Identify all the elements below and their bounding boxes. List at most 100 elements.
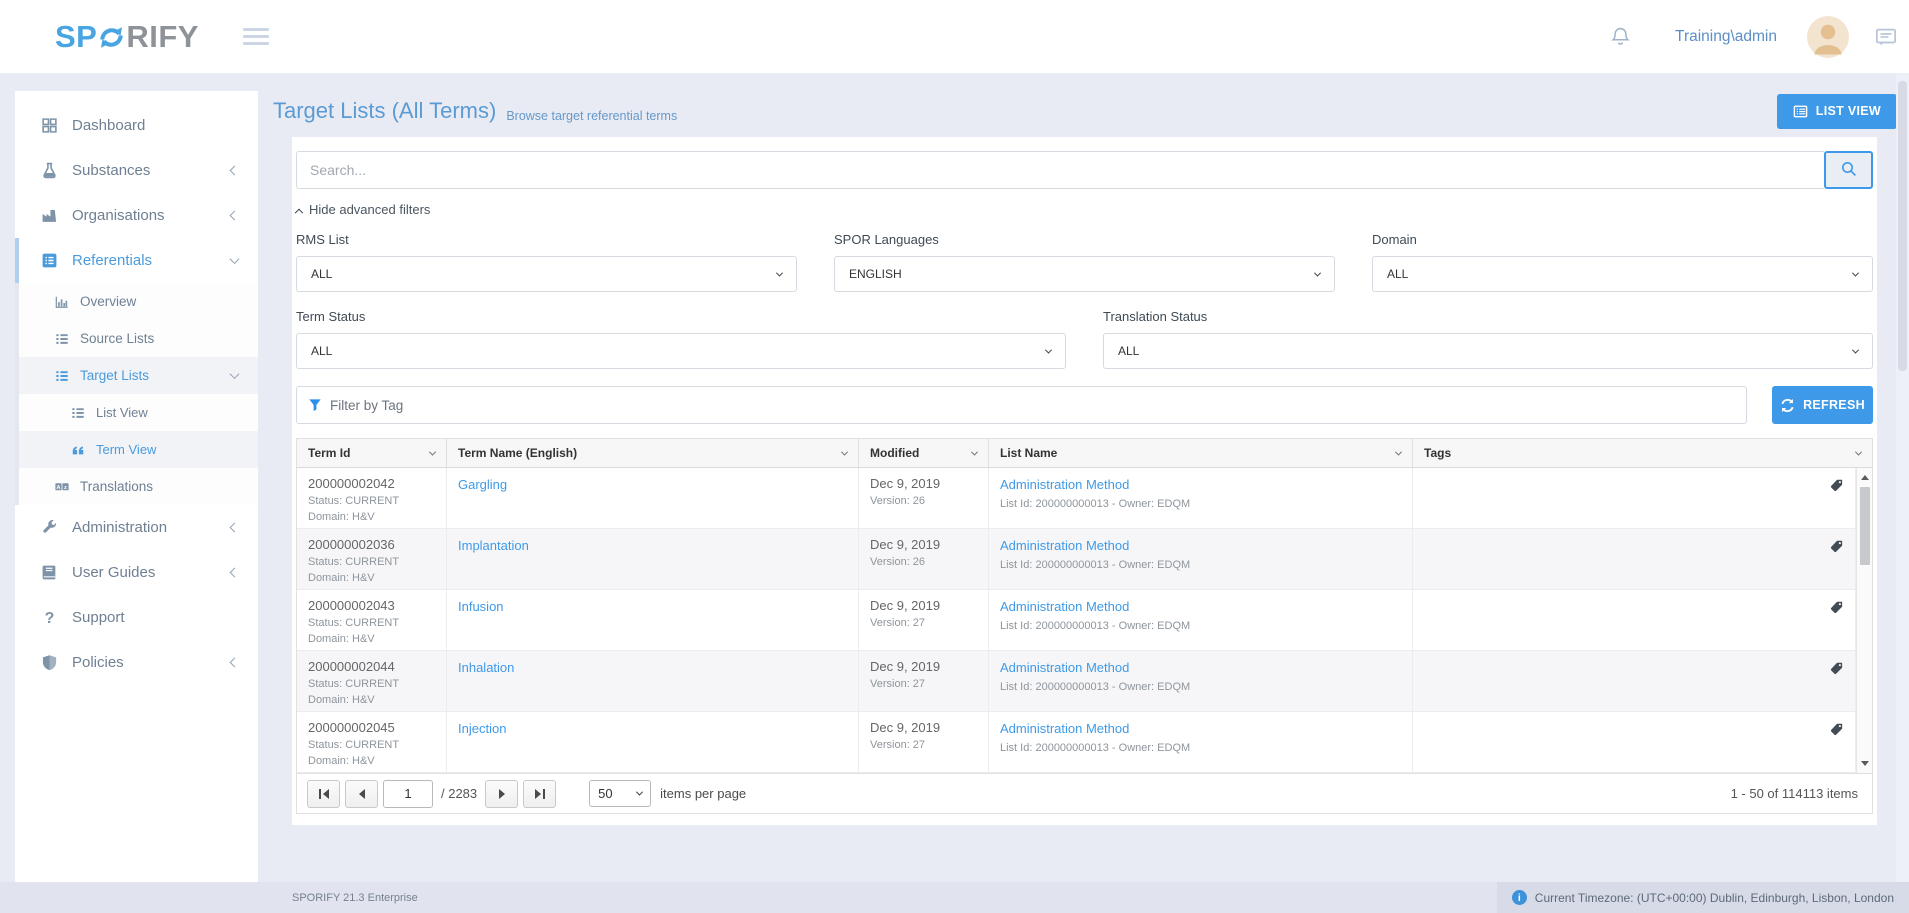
sort-chevron-icon bbox=[841, 448, 848, 455]
list-name-link[interactable]: Administration Method bbox=[1000, 477, 1129, 492]
list-icon bbox=[53, 332, 70, 346]
term-id: 200000002043 bbox=[308, 598, 435, 613]
list-icon bbox=[69, 406, 86, 420]
list-name-link[interactable]: Administration Method bbox=[1000, 660, 1129, 675]
next-page-button[interactable] bbox=[485, 780, 518, 808]
table-scrollbar[interactable] bbox=[1856, 468, 1872, 773]
tag-icon[interactable] bbox=[1829, 600, 1844, 615]
column-header-modified[interactable]: Modified bbox=[859, 439, 989, 467]
sidebar-item-overview[interactable]: Overview bbox=[15, 283, 258, 320]
term-status-field: Term Status ALL bbox=[296, 309, 1066, 369]
user-name[interactable]: Training\admin bbox=[1675, 28, 1777, 46]
term-id: 200000002036 bbox=[308, 537, 435, 552]
avatar[interactable] bbox=[1807, 16, 1849, 58]
next-page-icon bbox=[499, 789, 505, 799]
sidebar-item-referentials[interactable]: Referentials bbox=[15, 238, 258, 283]
search-icon bbox=[1840, 160, 1858, 181]
sidebar-item-translations[interactable]: Az Translations bbox=[15, 468, 258, 505]
modified-date: Dec 9, 2019 bbox=[870, 537, 977, 552]
search-button[interactable] bbox=[1824, 151, 1873, 189]
footer: SPORIFY 21.3 Enterprise i Current Timezo… bbox=[0, 882, 1909, 913]
logo-text-rify: RIFY bbox=[126, 19, 199, 55]
list-view-button[interactable]: LIST VIEW bbox=[1777, 94, 1897, 129]
list-name-link[interactable]: Administration Method bbox=[1000, 599, 1129, 614]
term-name-link[interactable]: Gargling bbox=[458, 477, 507, 492]
translation-status-select[interactable]: ALL bbox=[1103, 333, 1873, 369]
scroll-down-arrow-icon[interactable] bbox=[1861, 761, 1869, 770]
sidebar-item-target-lists[interactable]: Target Lists bbox=[15, 357, 258, 394]
svg-text:?: ? bbox=[44, 610, 54, 626]
sidebar-item-list-view[interactable]: List View bbox=[15, 394, 258, 431]
list-name-link[interactable]: Administration Method bbox=[1000, 721, 1129, 736]
search-input[interactable] bbox=[296, 151, 1824, 189]
sidebar-item-dashboard[interactable]: Dashboard bbox=[15, 103, 258, 148]
hamburger-menu-icon[interactable] bbox=[243, 24, 269, 49]
chevron-left-icon bbox=[230, 211, 240, 221]
table-row: 200000002044 Status: CURRENT Domain: H&V… bbox=[297, 651, 1856, 712]
sidebar-item-user-guides[interactable]: User Guides bbox=[15, 550, 258, 595]
term-name-link[interactable]: Infusion bbox=[458, 599, 504, 614]
chevron-down-icon bbox=[636, 789, 643, 796]
tag-filter-row: REFRESH bbox=[296, 386, 1873, 424]
sidebar-item-policies[interactable]: Policies bbox=[15, 640, 258, 685]
tag-icon[interactable] bbox=[1829, 661, 1844, 676]
translation-status-label: Translation Status bbox=[1103, 309, 1873, 324]
svg-text:z: z bbox=[64, 484, 67, 490]
sidebar-item-support[interactable]: ? Support bbox=[15, 595, 258, 640]
modified-version: Version: 27 bbox=[870, 617, 977, 629]
column-header-list-name[interactable]: List Name bbox=[989, 439, 1413, 467]
domain-value: ALL bbox=[1387, 267, 1408, 281]
modified-date: Dec 9, 2019 bbox=[870, 476, 977, 491]
page-title: Target Lists (All Terms) bbox=[273, 98, 496, 124]
term-name-link[interactable]: Inhalation bbox=[458, 660, 514, 675]
chat-icon[interactable] bbox=[1875, 26, 1897, 48]
term-status-select[interactable]: ALL bbox=[296, 333, 1066, 369]
sidebar-item-substances[interactable]: Substances bbox=[15, 148, 258, 193]
translate-icon: Az bbox=[53, 480, 70, 494]
pagination-bar: / 2283 50 items per page 1 - 50 of 11411… bbox=[296, 773, 1873, 814]
tag-icon[interactable] bbox=[1829, 722, 1844, 737]
scrollbar-thumb[interactable] bbox=[1860, 487, 1870, 565]
previous-page-button[interactable] bbox=[345, 780, 378, 808]
spor-languages-value: ENGLISH bbox=[849, 267, 902, 281]
list-name-link[interactable]: Administration Method bbox=[1000, 538, 1129, 553]
spor-languages-select[interactable]: ENGLISH bbox=[834, 256, 1335, 292]
column-header-term-id[interactable]: Term Id bbox=[297, 439, 447, 467]
sidebar-item-administration[interactable]: Administration bbox=[15, 505, 258, 550]
last-page-button[interactable] bbox=[523, 780, 556, 808]
page-size-select[interactable]: 50 bbox=[589, 780, 651, 807]
tag-icon[interactable] bbox=[1829, 539, 1844, 554]
sidebar-item-source-lists[interactable]: Source Lists bbox=[15, 320, 258, 357]
sidebar-item-organisations[interactable]: Organisations bbox=[15, 193, 258, 238]
rms-list-select[interactable]: ALL bbox=[296, 256, 797, 292]
tag-icon[interactable] bbox=[1829, 478, 1844, 493]
notifications-bell-icon[interactable] bbox=[1610, 26, 1631, 47]
question-icon: ? bbox=[39, 609, 59, 626]
term-domain: Domain: H&V bbox=[308, 572, 435, 584]
content-card: Hide advanced filters RMS List ALL SPOR … bbox=[292, 137, 1877, 825]
sidebar-nav: Dashboard Substances Organisations Refer… bbox=[15, 91, 258, 685]
page-number-input[interactable] bbox=[383, 780, 433, 808]
page-scrollbar[interactable] bbox=[1896, 73, 1909, 882]
column-header-tags[interactable]: Tags bbox=[1413, 439, 1872, 467]
domain-field: Domain ALL bbox=[1372, 232, 1873, 292]
page-scrollbar-thumb[interactable] bbox=[1898, 81, 1907, 371]
modified-version: Version: 27 bbox=[870, 678, 977, 690]
chevron-left-icon bbox=[230, 166, 240, 176]
term-status-label: Term Status bbox=[296, 309, 1066, 324]
column-header-term-name-english[interactable]: Term Name (English) bbox=[447, 439, 859, 467]
list-icon bbox=[53, 369, 70, 383]
chevron-down-icon bbox=[1045, 346, 1052, 353]
term-name-link[interactable]: Injection bbox=[458, 721, 506, 736]
tag-filter-input[interactable] bbox=[330, 398, 1735, 413]
scroll-up-arrow-icon[interactable] bbox=[1861, 471, 1869, 480]
domain-select[interactable]: ALL bbox=[1372, 256, 1873, 292]
refresh-button[interactable]: REFRESH bbox=[1772, 386, 1873, 424]
hide-advanced-filters-link[interactable]: Hide advanced filters bbox=[296, 202, 430, 217]
term-name-link[interactable]: Implantation bbox=[458, 538, 529, 553]
sort-chevron-icon bbox=[1855, 448, 1862, 455]
modified-date: Dec 9, 2019 bbox=[870, 659, 977, 674]
first-page-button[interactable] bbox=[307, 780, 340, 808]
sidebar-item-term-view[interactable]: Term View bbox=[15, 431, 258, 468]
chevron-down-icon bbox=[230, 369, 240, 379]
